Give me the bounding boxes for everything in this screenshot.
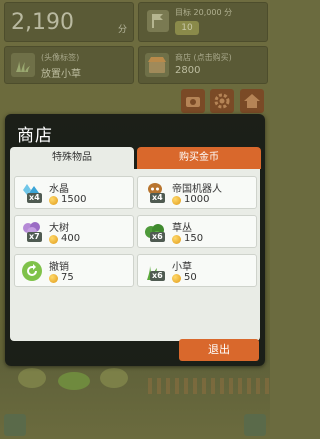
coin-icon [172,235,181,244]
coin-icon [49,235,58,244]
coin-icon [172,274,181,283]
item-price: 75 [61,272,74,283]
tab-special-items[interactable]: 特殊物品 [10,147,134,169]
dialog-title: 商店 [17,126,53,146]
garden-grass-icon [58,372,90,390]
shop-icon [145,53,169,77]
shop-dialog: 商店 特殊物品 购买金币 x4 水晶 1500 x4 帝国机器人 1000 x7… [5,114,265,366]
coin-icon [49,274,58,283]
coin-icon [172,196,181,205]
tab-buy-coins[interactable]: 购买金币 [137,147,261,169]
camera-button[interactable] [181,89,205,113]
item-price: 400 [61,233,81,244]
shop-item-bush[interactable]: x6 草丛 150 [137,215,257,248]
coin-icon [49,196,58,205]
score-panel: 2,190 分 [4,2,134,42]
item-name: 帝国机器人 [172,184,222,195]
item-name: 水晶 [49,184,69,195]
garden-fence [148,378,270,394]
grass-tuft-icon [11,53,35,77]
shop-panel-value: 2800 [175,65,201,76]
home-button[interactable] [240,89,264,113]
item-grid: x4 水晶 1500 x4 帝国机器人 1000 x7 大树 400 x6 草丛… [10,169,260,341]
score-unit: 分 [117,25,127,35]
item-name: 草丛 [172,223,192,234]
shop-item-robot[interactable]: x4 帝国机器人 1000 [137,176,257,209]
item-price: 1000 [184,194,210,205]
score-value: 2,190 [11,10,74,35]
grass-panel-label: 放置小草 [41,69,81,80]
target-badge: 10 [175,21,199,35]
item-quantity: x4 [150,193,165,203]
item-price: 50 [184,272,197,283]
menu-icon[interactable] [244,414,266,436]
item-quantity: x7 [27,232,42,242]
target-flag-icon [147,10,169,32]
target-panel: 目标 20,000 分 10 [138,2,268,42]
item-quantity: x6 [150,271,165,281]
item-quantity: x4 [27,193,42,203]
item-price: 150 [184,233,204,244]
settings-button[interactable] [210,89,234,113]
exit-button[interactable]: 退出 [179,339,259,361]
shop-item-grass[interactable]: x6 小草 50 [137,254,257,287]
shop-item-undo[interactable]: 撤销 75 [14,254,134,287]
undo-icon [19,258,45,284]
shop-tabs: 特殊物品 购买金币 [10,147,261,169]
item-name: 小草 [172,262,192,273]
garden-bush-icon [18,368,46,388]
garden-bush-icon [100,368,128,388]
item-name: 撤销 [49,262,69,273]
grid-icon[interactable] [4,414,26,436]
shop-panel-caption: 商店 (点击购买) [175,53,232,62]
grass-panel-caption: (头像标签) [41,53,80,62]
target-label: 目标 20,000 分 [175,8,233,17]
place-grass-panel[interactable]: (头像标签) 放置小草 [4,46,134,84]
shop-item-crystal[interactable]: x4 水晶 1500 [14,176,134,209]
item-quantity: x6 [150,232,165,242]
item-price: 1500 [61,194,87,205]
shop-item-tree[interactable]: x7 大树 400 [14,215,134,248]
item-name: 大树 [49,223,69,234]
shop-panel[interactable]: 商店 (点击购买) 2800 [138,46,268,84]
